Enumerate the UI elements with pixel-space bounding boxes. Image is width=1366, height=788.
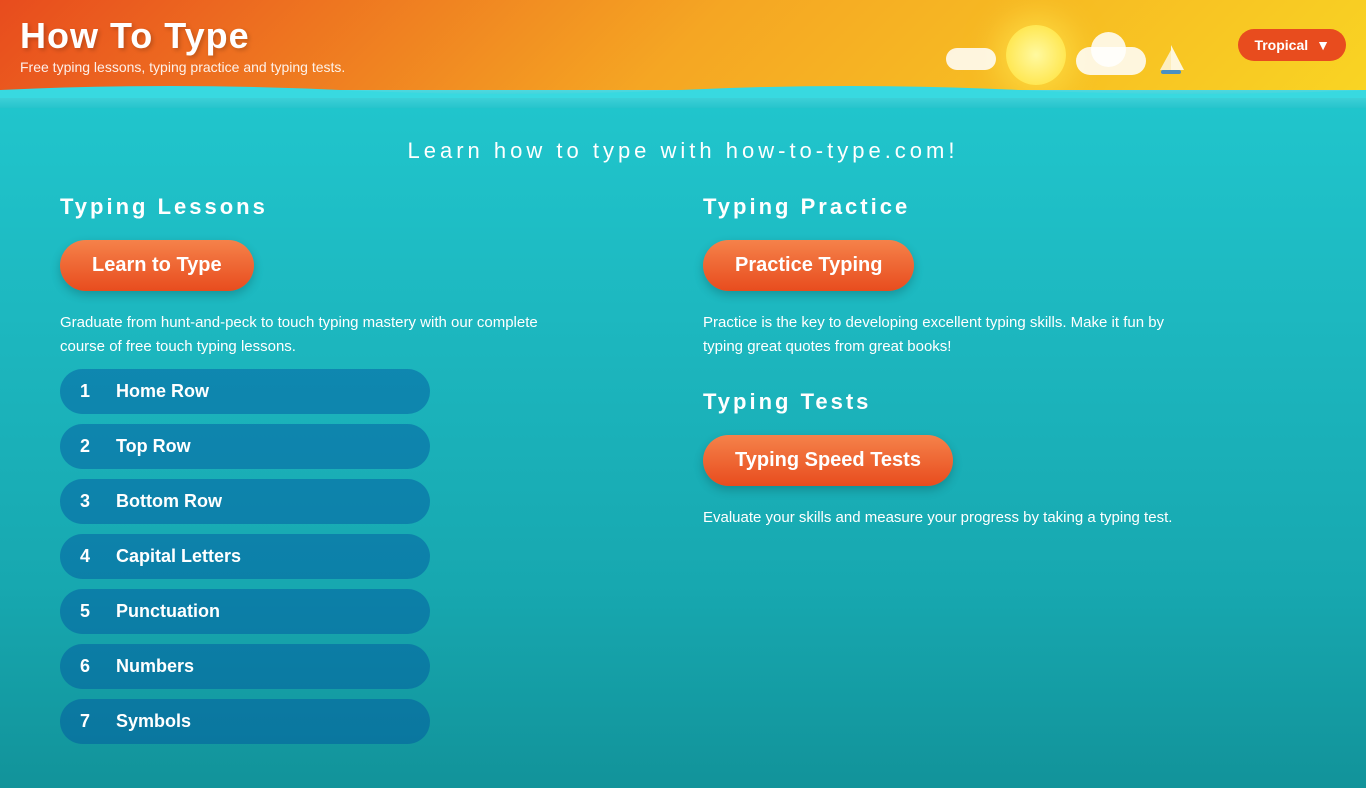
lessons-section-title: Typing Lessons [60,194,663,220]
lesson-item[interactable]: 7 Symbols [60,699,430,744]
theme-label: Tropical [1254,37,1308,53]
lesson-item[interactable]: 6 Numbers [60,644,430,689]
page-headline: Learn how to type with how-to-type.com! [60,138,1306,164]
practice-section-title: Typing Practice [703,194,1306,220]
lesson-number: 6 [80,656,100,677]
lesson-name: Top Row [116,436,191,457]
site-title: How To Type [20,15,345,57]
lesson-name: Numbers [116,656,194,677]
lesson-item[interactable]: 5 Punctuation [60,589,430,634]
lesson-name: Home Row [116,381,209,402]
lesson-name: Symbols [116,711,191,732]
lesson-item[interactable]: 1 Home Row [60,369,430,414]
practice-section: Typing Practice Practice Typing Practice… [703,194,1306,359]
main-content: Learn how to type with how-to-type.com! … [0,108,1366,788]
lesson-number: 4 [80,546,100,567]
cloud-icon-2 [1076,47,1146,75]
site-subtitle: Free typing lessons, typing practice and… [20,59,345,75]
lessons-column: Typing Lessons Learn to Type Graduate fr… [60,194,663,744]
lessons-description: Graduate from hunt-and-peck to touch typ… [60,311,540,359]
sun-icon [1006,25,1066,85]
two-column-layout: Typing Lessons Learn to Type Graduate fr… [60,194,1306,744]
lesson-number: 2 [80,436,100,457]
typing-speed-tests-button[interactable]: Typing Speed Tests [703,435,953,486]
lesson-number: 1 [80,381,100,402]
lesson-name: Punctuation [116,601,220,622]
header-scene [946,25,1186,90]
practice-description: Practice is the key to developing excell… [703,311,1183,359]
lesson-number: 7 [80,711,100,732]
site-header: How To Type Free typing lessons, typing … [0,0,1366,90]
tests-description: Evaluate your skills and measure your pr… [703,506,1183,530]
tests-section-title: Typing Tests [703,389,1306,415]
lesson-item[interactable]: 4 Capital Letters [60,534,430,579]
lesson-number: 3 [80,491,100,512]
lesson-name: Capital Letters [116,546,241,567]
lesson-item[interactable]: 3 Bottom Row [60,479,430,524]
lesson-list: 1 Home Row 2 Top Row 3 Bottom Row 4 Capi… [60,369,663,744]
cloud-icon [946,48,996,70]
lesson-name: Bottom Row [116,491,222,512]
theme-dropdown[interactable]: Tropical ▼ [1238,29,1346,61]
sailboat-icon [1156,40,1186,85]
lesson-number: 5 [80,601,100,622]
tests-section: Typing Tests Typing Speed Tests Evaluate… [703,389,1306,530]
lesson-item[interactable]: 2 Top Row [60,424,430,469]
header-title-wrap: How To Type Free typing lessons, typing … [20,15,345,75]
chevron-down-icon: ▼ [1316,37,1330,53]
learn-to-type-button[interactable]: Learn to Type [60,240,254,291]
practice-typing-button[interactable]: Practice Typing [703,240,914,291]
practice-tests-column: Typing Practice Practice Typing Practice… [703,194,1306,744]
wave-separator [0,90,1366,108]
